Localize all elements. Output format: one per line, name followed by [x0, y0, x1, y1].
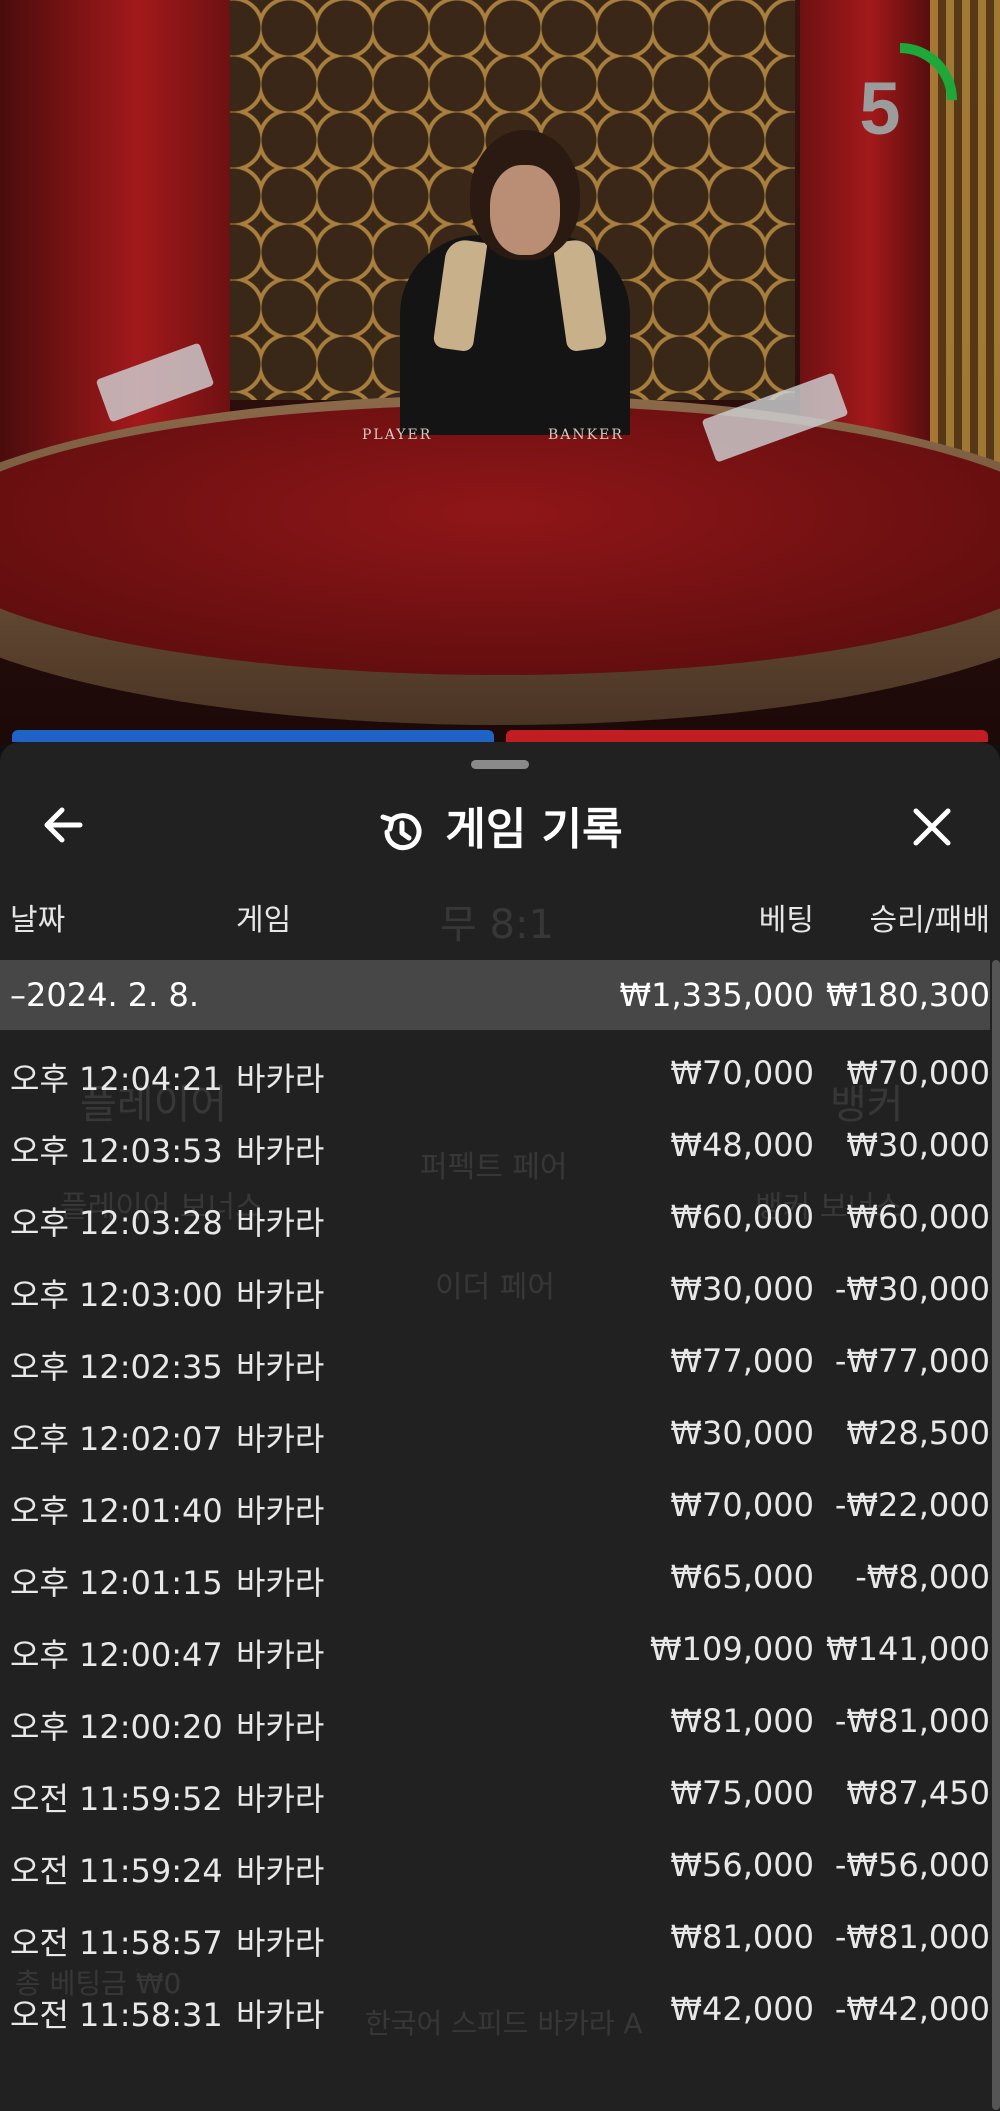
row-bet: ₩48,000	[670, 1126, 814, 1164]
column-result: 승리/패배	[869, 903, 990, 938]
row-result: ₩87,450	[846, 1774, 990, 1812]
history-row[interactable]: 오전 11:59:24 바카라 ₩56,000 -₩56,000	[0, 1832, 1000, 1904]
row-game: 바카라	[236, 1060, 325, 1098]
history-icon	[380, 813, 422, 851]
row-time: 오후 12:01:15	[10, 1564, 223, 1602]
live-video: PLAYER BANKER 5	[0, 0, 1000, 745]
row-result: -₩56,000	[834, 1846, 990, 1884]
row-result: ₩141,000	[826, 1630, 990, 1668]
history-row[interactable]: 오후 12:02:35 바카라 ₩77,000 -₩77,000	[0, 1328, 1000, 1400]
row-bet: ₩56,000	[670, 1846, 814, 1884]
row-time: 오전 11:59:24	[10, 1852, 223, 1890]
row-game: 바카라	[236, 1420, 325, 1458]
row-game: 바카라	[236, 1996, 325, 2034]
scrollbar[interactable]	[992, 960, 1000, 2110]
history-list: 오후 12:04:21 바카라 ₩70,000 ₩70,000 오후 12:03:53 바…	[0, 1040, 1000, 2048]
game-history-panel: 무 8:1 플레이어 뱅커 퍼펙트 페어 플레이어 보너스 뱅커 보너스 이더 …	[0, 742, 1000, 2111]
row-time: 오전 11:58:57	[10, 1924, 223, 1962]
table-felt	[0, 405, 1000, 675]
row-result: ₩70,000	[846, 1054, 990, 1092]
history-row[interactable]: 오전 11:59:52 바카라 ₩75,000 ₩87,450	[0, 1760, 1000, 1832]
row-game: 바카라	[236, 1924, 325, 1962]
row-bet: ₩81,000	[670, 1918, 814, 1956]
row-time: 오후 12:03:28	[10, 1204, 223, 1242]
row-time: 오후 12:02:35	[10, 1348, 223, 1386]
drag-handle[interactable]	[471, 760, 529, 769]
column-date: 날짜	[10, 903, 66, 938]
row-result: -₩42,000	[834, 1990, 990, 2028]
row-time: 오후 12:00:47	[10, 1636, 223, 1674]
row-bet: ₩81,000	[670, 1702, 814, 1740]
dealer-face	[490, 165, 560, 255]
row-result: ₩28,500	[846, 1414, 990, 1452]
close-button[interactable]	[902, 802, 962, 862]
history-row[interactable]: 오후 12:04:21 바카라 ₩70,000 ₩70,000	[0, 1040, 1000, 1112]
row-game: 바카라	[236, 1204, 325, 1242]
row-bet: ₩77,000	[670, 1342, 814, 1380]
row-result: -₩8,000	[855, 1558, 990, 1596]
countdown-number: 5	[859, 67, 901, 150]
row-result: -₩30,000	[834, 1270, 990, 1308]
row-game: 바카라	[236, 1348, 325, 1386]
page-title: 게임 기록	[0, 800, 1000, 860]
row-bet: ₩75,000	[670, 1774, 814, 1812]
page-title-text: 게임 기록	[445, 804, 623, 855]
row-result: -₩22,000	[834, 1486, 990, 1524]
row-time: 오후 12:03:53	[10, 1132, 223, 1170]
row-bet: ₩70,000	[670, 1054, 814, 1092]
date-group-row[interactable]: –2024. 2. 8. ₩1,335,000 ₩180,300	[0, 960, 990, 1030]
row-result: ₩30,000	[846, 1126, 990, 1164]
row-bet: ₩42,000	[670, 1990, 814, 2028]
history-row[interactable]: 오후 12:01:15 바카라 ₩65,000 -₩8,000	[0, 1544, 1000, 1616]
row-time: 오전 11:59:52	[10, 1780, 223, 1818]
panel-header: 게임 기록	[0, 782, 1000, 872]
row-bet: ₩60,000	[670, 1198, 814, 1236]
history-row[interactable]: 오후 12:00:20 바카라 ₩81,000 -₩81,000	[0, 1688, 1000, 1760]
history-row[interactable]: 오후 12:00:47 바카라 ₩109,000 ₩141,000	[0, 1616, 1000, 1688]
row-game: 바카라	[236, 1132, 325, 1170]
row-bet: ₩70,000	[670, 1486, 814, 1524]
history-row[interactable]: 오후 12:03:53 바카라 ₩48,000 ₩30,000	[0, 1112, 1000, 1184]
row-game: 바카라	[236, 1852, 325, 1890]
row-bet: ₩30,000	[670, 1270, 814, 1308]
row-bet: ₩109,000	[650, 1630, 814, 1668]
date-group-bet-total: ₩1,335,000	[619, 976, 815, 1014]
history-row[interactable]: 오후 12:02:07 바카라 ₩30,000 ₩28,500	[0, 1400, 1000, 1472]
row-game: 바카라	[236, 1276, 325, 1314]
history-row[interactable]: 오전 11:58:31 바카라 ₩42,000 -₩42,000	[0, 1976, 1000, 2048]
row-bet: ₩30,000	[670, 1414, 814, 1452]
row-time: 오후 12:01:40	[10, 1492, 223, 1530]
column-bet: 베팅	[758, 903, 814, 938]
column-game: 게임	[236, 903, 292, 938]
row-result: -₩81,000	[834, 1918, 990, 1956]
row-bet: ₩65,000	[670, 1558, 814, 1596]
row-game: 바카라	[236, 1492, 325, 1530]
history-row[interactable]: 오후 12:01:40 바카라 ₩70,000 -₩22,000	[0, 1472, 1000, 1544]
player-bet-strip	[12, 730, 494, 742]
row-game: 바카라	[236, 1636, 325, 1674]
history-row[interactable]: 오전 11:58:57 바카라 ₩81,000 -₩81,000	[0, 1904, 1000, 1976]
row-result: -₩77,000	[834, 1342, 990, 1380]
row-game: 바카라	[236, 1564, 325, 1602]
history-row[interactable]: 오후 12:03:28 바카라 ₩60,000 ₩60,000	[0, 1184, 1000, 1256]
row-time: 오후 12:04:21	[10, 1060, 223, 1098]
row-result: -₩81,000	[834, 1702, 990, 1740]
row-time: 오후 12:02:07	[10, 1420, 223, 1458]
table-label-player: PLAYER	[362, 427, 433, 443]
banker-bet-strip	[506, 730, 988, 742]
close-icon	[913, 808, 951, 846]
date-group-label: –2024. 2. 8.	[10, 976, 200, 1014]
row-time: 오후 12:03:00	[10, 1276, 223, 1314]
row-game: 바카라	[236, 1780, 325, 1818]
column-headers: 날짜 게임 베팅 승리/패배	[0, 887, 1000, 938]
row-result: ₩60,000	[846, 1198, 990, 1236]
history-row[interactable]: 오후 12:03:00 바카라 ₩30,000 -₩30,000	[0, 1256, 1000, 1328]
row-time: 오후 12:00:20	[10, 1708, 223, 1746]
date-group-result-total: ₩180,300	[826, 976, 990, 1014]
row-game: 바카라	[236, 1708, 325, 1746]
table-label-banker: BANKER	[548, 427, 624, 443]
row-time: 오전 11:58:31	[10, 1996, 223, 2034]
